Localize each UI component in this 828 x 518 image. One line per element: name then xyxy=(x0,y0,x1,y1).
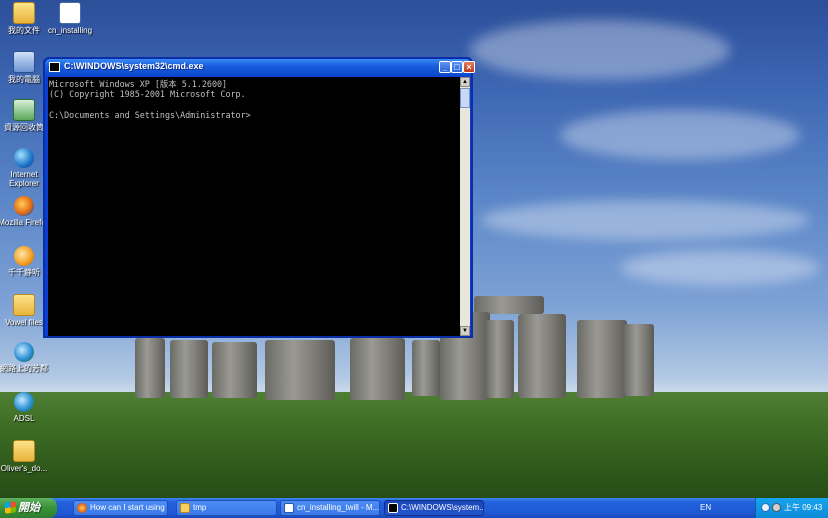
stone xyxy=(624,324,654,396)
stone xyxy=(412,340,440,396)
task-label: C:\WINDOWS\system... xyxy=(401,503,484,512)
firefox-icon xyxy=(77,503,87,513)
console-line: (C) Copyright 1985-2001 Microsoft Corp. xyxy=(49,89,246,100)
folder-icon xyxy=(13,440,35,462)
folder-icon xyxy=(13,2,35,24)
clock[interactable]: 上午 09:43 xyxy=(784,498,822,518)
stone xyxy=(518,314,566,398)
cmd-title-bar[interactable]: C:\WINDOWS\system32\cmd.exe _ □ × xyxy=(45,59,475,76)
language-indicator[interactable]: EN xyxy=(700,498,711,518)
console-output[interactable]: Microsoft Windows XP [版本 5.1.2600] (C) C… xyxy=(48,77,460,336)
scroll-up-arrow-icon[interactable]: ▲ xyxy=(460,77,470,87)
task-label: cn_installing_twill - M... xyxy=(297,503,380,512)
desktop-icon-cn-installing[interactable]: cn_installing xyxy=(42,2,98,35)
task-button-cmd[interactable]: C:\WINDOWS\system... xyxy=(384,500,484,516)
desktop-icon-label: 網路上的芳鄰 xyxy=(0,364,48,373)
stone xyxy=(486,320,514,398)
cmd-icon[interactable] xyxy=(49,62,60,72)
stone xyxy=(170,340,208,398)
internet-explorer-icon xyxy=(14,148,34,168)
volume-tray-icon[interactable] xyxy=(772,503,781,512)
stone xyxy=(265,340,335,400)
word-document-icon xyxy=(284,503,294,513)
cmd-icon xyxy=(388,503,398,513)
network-places-icon xyxy=(14,342,34,362)
stone xyxy=(135,338,165,398)
my-computer-icon xyxy=(13,51,35,73)
cmd-window[interactable]: C:\WINDOWS\system32\cmd.exe _ □ × Micros… xyxy=(43,57,475,338)
folder-icon xyxy=(13,294,35,316)
grass-field xyxy=(0,392,828,498)
music-player-icon xyxy=(14,246,34,266)
start-label: 開始 xyxy=(18,502,40,514)
cloud xyxy=(480,200,810,240)
console-line: Microsoft Windows XP [版本 5.1.2600] xyxy=(49,79,228,89)
recycle-bin-icon xyxy=(13,99,35,121)
task-button-tmp[interactable]: tmp xyxy=(176,500,277,516)
stone xyxy=(212,342,257,398)
system-tray: 上午 09:43 xyxy=(755,498,828,518)
cloud xyxy=(620,250,820,285)
cloud xyxy=(560,110,800,160)
close-button[interactable]: × xyxy=(463,61,475,73)
desktop-icon-network-places[interactable]: 網路上的芳鄰 xyxy=(0,342,52,373)
word-document-icon xyxy=(59,2,81,24)
maximize-button[interactable]: □ xyxy=(451,61,463,73)
minimize-button[interactable]: _ xyxy=(439,61,451,73)
stone xyxy=(577,320,627,398)
windows-logo-icon xyxy=(5,501,16,514)
vertical-scrollbar[interactable]: ▲ ▼ xyxy=(460,77,470,336)
console-prompt: C:\Documents and Settings\Administrator> xyxy=(49,109,251,120)
network-tray-icon[interactable] xyxy=(761,503,770,512)
cmd-window-title: C:\WINDOWS\system32\cmd.exe xyxy=(64,61,204,71)
desktop-icon-label: Oliver's_do... xyxy=(0,464,48,473)
firefox-icon xyxy=(14,196,34,216)
network-connection-icon xyxy=(14,392,34,412)
desktop-icon-label: ADSL xyxy=(13,414,35,423)
folder-icon xyxy=(180,503,190,513)
desktop-icon-label: cn_installing xyxy=(47,26,93,35)
stone xyxy=(350,338,405,400)
task-label: How can I start using t... xyxy=(90,503,168,512)
desktop-icon-adsl[interactable]: ADSL xyxy=(0,392,52,423)
start-button[interactable]: 開始 xyxy=(0,498,57,518)
task-button-word[interactable]: cn_installing_twill - M... xyxy=(280,500,380,516)
scroll-down-arrow-icon[interactable]: ▼ xyxy=(460,326,470,336)
task-label: tmp xyxy=(193,503,207,512)
taskbar: 開始 How can I start using t... tmp cn_ins… xyxy=(0,498,828,518)
cloud xyxy=(470,20,730,80)
task-button-firefox[interactable]: How can I start using t... xyxy=(73,500,168,516)
scroll-thumb[interactable] xyxy=(460,88,470,108)
desktop-icon-olivers-docs[interactable]: Oliver's_do... xyxy=(0,440,52,473)
